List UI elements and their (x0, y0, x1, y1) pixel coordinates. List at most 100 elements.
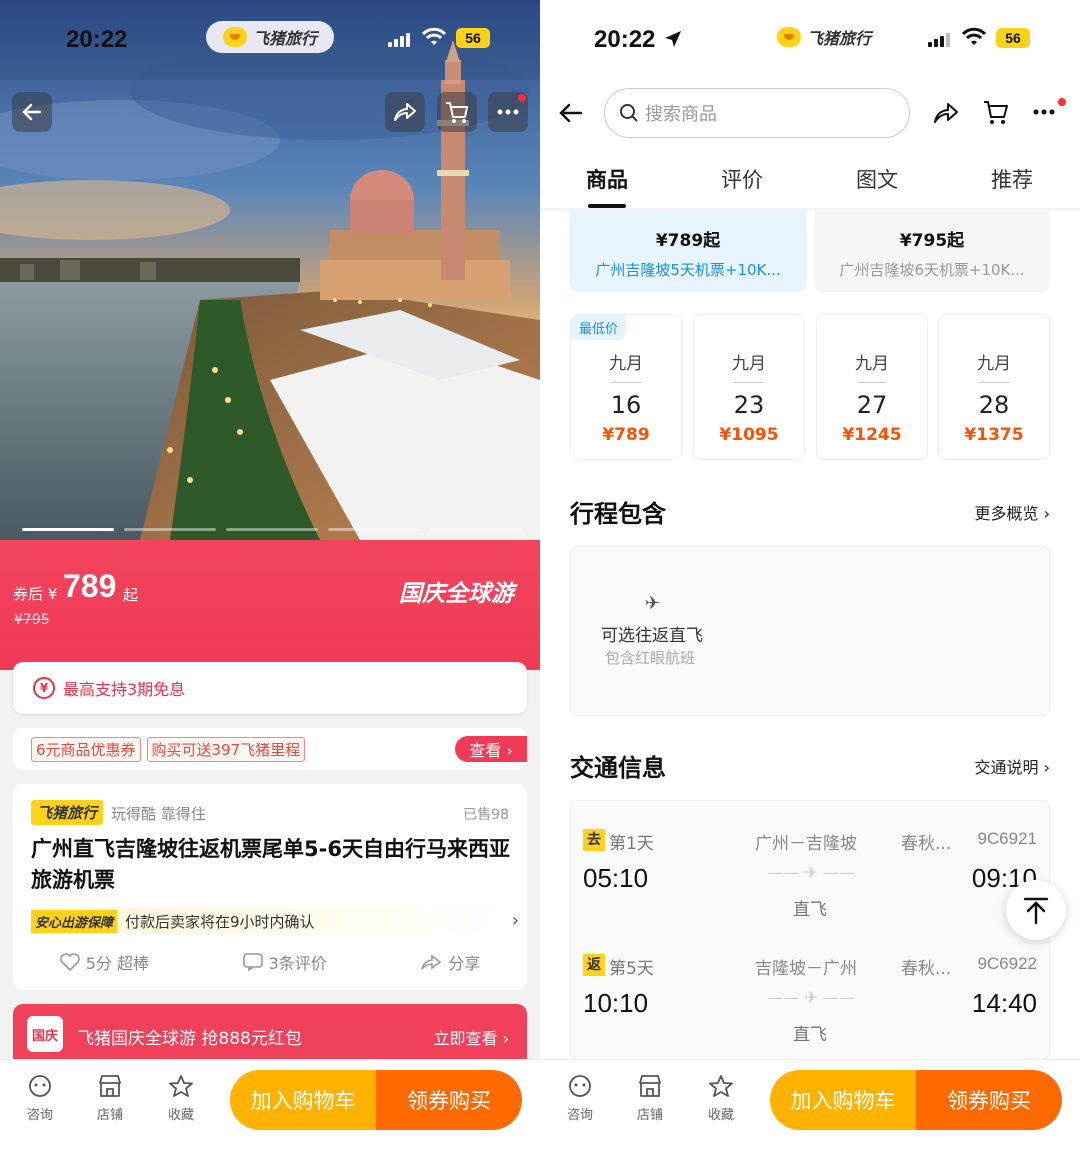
shop-button[interactable]: 店铺 (88, 1074, 132, 1123)
tab-reviews[interactable]: 评价 (721, 164, 763, 194)
traffic-info-link[interactable]: 交通说明 › (975, 754, 1051, 778)
tab-recommend[interactable]: 推荐 (991, 164, 1033, 194)
consult-button[interactable]: 咨询 (18, 1074, 62, 1123)
carousel-indicator[interactable] (22, 528, 522, 531)
date-divider (857, 382, 887, 383)
date-option-selected[interactable]: 最低价 九月 16 ¥789 (570, 314, 682, 460)
package-price: ¥795起 (899, 231, 965, 251)
more-icon (1033, 109, 1055, 115)
star-icon (709, 1075, 733, 1097)
search-placeholder: 搜索商品 (645, 104, 717, 125)
price-amount: 789 (63, 568, 117, 604)
flight-number: 9C6922 (977, 954, 1037, 973)
consult-button[interactable]: 咨询 (558, 1074, 602, 1123)
wifi-icon (962, 27, 986, 45)
brand-pill: 飞猪旅行 (760, 21, 888, 53)
date-option[interactable]: 九月 27 ¥1245 (816, 314, 928, 460)
more-overview-link[interactable]: 更多概览 › (975, 500, 1051, 524)
date-option[interactable]: 九月 28 ¥1375 (938, 314, 1050, 460)
favorite-label: 收藏 (707, 1108, 734, 1123)
package-option-selected[interactable]: ¥789起 广州吉隆坡5天机票+10K... (570, 210, 806, 292)
flight-type: 直飞 (793, 900, 827, 920)
tab-details[interactable]: 图文 (856, 164, 898, 194)
shop-button[interactable]: 店铺 (628, 1074, 672, 1123)
add-to-cart-button[interactable]: 加入购物车 (770, 1070, 916, 1130)
star-icon (169, 1075, 193, 1097)
carousel-dot[interactable] (430, 528, 522, 531)
fliggy-logo-icon (222, 27, 247, 47)
price-prefix: 券后 ¥ (13, 585, 58, 603)
favorite-button[interactable]: 收藏 (159, 1074, 203, 1123)
guarantee-text: 付款后卖家将在9小时内确认 (125, 912, 315, 931)
date-month: 九月 (977, 354, 1011, 374)
reviews-text: 3条评价 (268, 954, 327, 973)
price-suffix: 起 (123, 586, 139, 604)
more-button[interactable] (488, 92, 528, 132)
guarantee-row[interactable]: 安心出游保障 付款后卖家将在9小时内确认 › (31, 908, 519, 934)
package-option[interactable]: ¥795起 广州吉隆坡6天机票+10K... (814, 210, 1050, 292)
traffic-card[interactable]: 去 第1天 05:10 广州－吉隆坡 —— ✈ —— 直飞 春秋... 9C69… (570, 800, 1050, 1060)
status-bar: 20:22 飞猪旅行 56 (540, 0, 1080, 80)
carousel-dot[interactable] (226, 528, 318, 531)
red-packet-text: 飞猪国庆全球游 抢888元红包 (77, 1029, 302, 1049)
comment-icon (242, 953, 263, 971)
installment-banner[interactable]: ¥ 最高支持3期免息 (13, 662, 527, 714)
consult-label: 咨询 (566, 1108, 593, 1123)
buy-with-coupon-button[interactable]: 领券购买 (376, 1070, 522, 1130)
heart-icon (59, 953, 80, 971)
brand-tag: 飞猪旅行 (31, 800, 104, 825)
tab-goods[interactable]: 商品 (586, 164, 628, 194)
coupon-row[interactable]: 6元商品优惠券 购买可送397飞猪里程 查看 › (13, 728, 527, 770)
promo-title: 国庆全球游 (399, 581, 514, 607)
traffic-heading: 交通信息 (570, 754, 666, 782)
brand-slogan: 玩得酷 靠得住 (111, 805, 206, 823)
search-input[interactable]: 搜索商品 (604, 88, 910, 138)
flight-leg-outbound: 去 第1天 05:10 广州－吉隆坡 —— ✈ —— 直飞 春秋... 9C69… (571, 801, 1049, 921)
buy-with-coupon-button[interactable]: 领券购买 (916, 1070, 1062, 1130)
fliggy-logo-icon (776, 27, 801, 47)
date-day: 23 (733, 391, 765, 419)
rating-button[interactable]: 5分 超棒 (59, 950, 149, 974)
reviews-button[interactable]: 3条评价 (242, 950, 327, 974)
carousel-dot[interactable] (22, 528, 114, 531)
product-info-card: 飞猪旅行 玩得酷 靠得住 已售98 广州直飞吉隆坡往返机票尾单5-6天自由行马来… (13, 784, 527, 990)
date-option[interactable]: 九月 23 ¥1095 (693, 314, 805, 460)
favorite-button[interactable]: 收藏 (699, 1074, 743, 1123)
leg-tag: 去 (583, 829, 605, 851)
leg-day: 第1天 (609, 834, 654, 854)
itinerary-item: 可选往返直飞 (601, 626, 703, 646)
status-time: 20:22 (66, 26, 128, 53)
add-to-cart-button[interactable]: 加入购物车 (230, 1070, 376, 1130)
share-icon[interactable] (932, 100, 960, 126)
share-text: 分享 (448, 954, 481, 973)
date-month: 九月 (855, 354, 889, 374)
favorite-label: 收藏 (167, 1108, 194, 1123)
leg-day: 第5天 (609, 959, 654, 979)
departure-time: 10:10 (583, 988, 649, 1018)
view-now-link[interactable]: 立即查看 › (434, 1025, 510, 1049)
bottom-action-bar: 咨询 店铺 收藏 加入购物车 领券购买 (540, 1059, 1080, 1171)
red-packet-banner[interactable]: 国庆 飞猪国庆全球游 抢888元红包 立即查看 › (13, 1004, 527, 1064)
more-button[interactable] (1032, 98, 1066, 126)
product-share-button[interactable]: 分享 (420, 950, 480, 974)
back-to-top-button[interactable] (1006, 880, 1066, 940)
carousel-dot[interactable] (124, 528, 216, 531)
date-divider (979, 382, 1009, 383)
flight-type: 直飞 (793, 1025, 827, 1045)
airplane-icon: ✈ (645, 593, 661, 614)
view-coupons-button[interactable]: 查看 › (455, 736, 527, 762)
status-time: 20:22 (594, 26, 656, 53)
back-button[interactable] (12, 92, 52, 132)
hero-image[interactable] (0, 0, 540, 540)
date-divider (734, 382, 764, 383)
cart-button[interactable] (437, 92, 477, 132)
chevron-right-icon: › (511, 910, 519, 931)
arrow-left-icon[interactable] (558, 100, 584, 126)
cart-icon[interactable] (982, 98, 1010, 126)
carousel-dot[interactable] (328, 528, 420, 531)
date-month: 九月 (609, 354, 643, 374)
share-button[interactable] (385, 92, 425, 132)
itinerary-card[interactable]: ✈ 可选往返直飞 包含红眼航班 (570, 546, 1050, 716)
lowest-price-tag: 最低价 (571, 315, 627, 340)
chat-icon (29, 1075, 51, 1097)
